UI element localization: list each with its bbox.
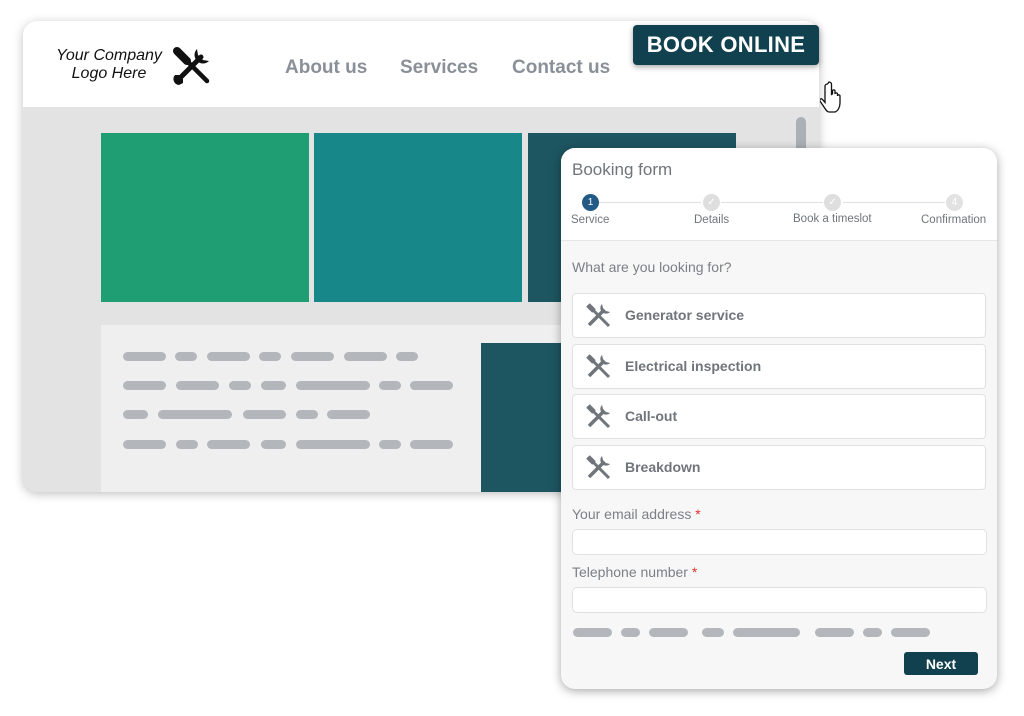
- hand-pointer-icon: [820, 81, 841, 113]
- text-placeholder: [296, 381, 370, 390]
- text-placeholder: [344, 352, 387, 361]
- text-placeholder: [649, 628, 688, 637]
- step-4-label: Confirmation: [921, 214, 987, 226]
- step-3-check-icon: ✓: [824, 194, 841, 211]
- text-placeholder: [261, 440, 286, 449]
- book-online-button[interactable]: BOOK ONLINE: [633, 25, 819, 65]
- option-label: Breakdown: [625, 459, 701, 475]
- step-2-check-icon: ✓: [703, 194, 720, 211]
- company-logo-text: Your Company Logo Here: [56, 47, 162, 82]
- text-placeholder: [863, 628, 882, 637]
- telephone-field[interactable]: [572, 587, 987, 613]
- text-placeholder: [259, 352, 281, 361]
- text-placeholder: [175, 352, 197, 361]
- text-placeholder: [158, 410, 232, 419]
- option-label: Call-out: [625, 408, 678, 424]
- phone-label: Telephone number *: [572, 564, 697, 580]
- option-generator-service[interactable]: Generator service: [572, 293, 986, 338]
- option-breakdown[interactable]: Breakdown: [572, 445, 986, 490]
- email-label: Your email address *: [572, 506, 701, 522]
- tools-icon: [586, 354, 611, 379]
- text-placeholder: [410, 440, 453, 449]
- text-placeholder: [123, 440, 166, 449]
- content-tile-teal: [314, 133, 522, 302]
- next-button[interactable]: Next: [904, 652, 978, 675]
- text-placeholder: [261, 381, 286, 390]
- email-label-text: Your email address: [572, 506, 692, 522]
- text-placeholder: [573, 628, 612, 637]
- text-placeholder: [296, 440, 370, 449]
- text-placeholder: [291, 352, 334, 361]
- step-connector: [721, 202, 823, 203]
- text-placeholder: [815, 628, 854, 637]
- phone-label-text: Telephone number: [572, 564, 688, 580]
- nav-contact-us[interactable]: Contact us: [512, 57, 610, 79]
- text-placeholder: [243, 410, 286, 419]
- text-placeholder: [702, 628, 724, 637]
- booking-form-panel: Booking form 1 ✓ ✓ 4 Service Details Boo…: [561, 148, 997, 689]
- tools-icon: [586, 404, 611, 429]
- text-placeholder: [410, 381, 453, 390]
- content-tile-green: [101, 133, 309, 302]
- email-field[interactable]: [572, 529, 987, 555]
- text-placeholder: [176, 440, 198, 449]
- option-label: Electrical inspection: [625, 358, 762, 374]
- step-4-marker: 4: [946, 194, 963, 211]
- step-2-label: Details: [694, 214, 730, 226]
- step-1-label: Service: [571, 214, 610, 226]
- step-3-label: Book a timeslot: [793, 213, 872, 225]
- text-placeholder: [396, 352, 418, 361]
- option-label: Generator service: [625, 307, 745, 323]
- option-call-out[interactable]: Call-out: [572, 394, 986, 439]
- tools-logo-icon: [173, 47, 210, 85]
- tools-icon: [586, 303, 611, 328]
- tools-icon: [586, 455, 611, 480]
- text-placeholder: [207, 352, 250, 361]
- text-placeholder: [176, 381, 219, 390]
- required-marker: *: [691, 564, 698, 580]
- text-placeholder: [733, 628, 800, 637]
- text-placeholder: [123, 352, 166, 361]
- form-header: Booking form 1 ✓ ✓ 4 Service Details Boo…: [561, 148, 997, 241]
- text-placeholder: [229, 381, 251, 390]
- text-placeholder: [296, 410, 318, 419]
- step-connector: [843, 202, 945, 203]
- step-1-marker: 1: [582, 194, 599, 211]
- nav-about-us[interactable]: About us: [285, 57, 367, 79]
- text-placeholder: [207, 440, 250, 449]
- required-marker: *: [695, 506, 701, 522]
- text-placeholder: [891, 628, 930, 637]
- form-title: Booking form: [572, 160, 673, 179]
- text-placeholder: [379, 381, 401, 390]
- step-connector: [599, 202, 701, 203]
- text-placeholder: [621, 628, 640, 637]
- option-electrical-inspection[interactable]: Electrical inspection: [572, 344, 986, 389]
- text-placeholder: [379, 440, 401, 449]
- text-placeholder: [327, 410, 370, 419]
- service-question: What are you looking for?: [572, 259, 732, 275]
- text-placeholder: [123, 381, 166, 390]
- nav-services[interactable]: Services: [400, 57, 478, 79]
- text-placeholder: [123, 410, 148, 419]
